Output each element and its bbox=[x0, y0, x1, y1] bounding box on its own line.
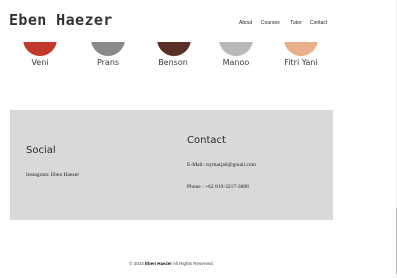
contact-heading: Contact bbox=[187, 135, 226, 146]
social-heading: Social bbox=[26, 145, 56, 156]
nav-link-about[interactable]: About bbox=[239, 20, 252, 26]
site-header: Eben Haezer About Courses Tutor Contact bbox=[0, 0, 345, 42]
social-instagram-link[interactable]: Instagram: Eben Haezer bbox=[26, 172, 79, 178]
tutor-name-manoo: Manoo bbox=[222, 58, 250, 67]
nav-link-contact[interactable]: Contact bbox=[310, 20, 327, 26]
copyright-brand: Eben Haezer bbox=[145, 261, 173, 266]
nav-link-tutor[interactable]: Tutor bbox=[290, 20, 301, 26]
footer-panel: Social Instagram: Eben Haezer Contact E-… bbox=[10, 110, 333, 220]
copyright-prefix: © 2024 bbox=[129, 261, 144, 266]
tutor-name-prans: Prans bbox=[96, 58, 120, 67]
brand-logo[interactable]: Eben Haezer bbox=[9, 11, 113, 29]
tutor-name-benson: Benson bbox=[158, 58, 188, 67]
tutor-name-veni: Veni bbox=[31, 58, 49, 67]
copyright-suffix: All Rights Reserved. bbox=[173, 261, 214, 266]
tutor-name-fitri-yani: Fitri Yani bbox=[284, 58, 318, 67]
copyright-line: © 2024 Eben Haezer All Rights Reserved. bbox=[0, 261, 343, 266]
nav-link-courses[interactable]: Courses bbox=[261, 20, 280, 26]
contact-email[interactable]: E-Mail: rsymarja6@gmail.com bbox=[187, 162, 256, 168]
contact-phone[interactable]: Phone : +62 819-3217-3888 bbox=[187, 184, 249, 190]
